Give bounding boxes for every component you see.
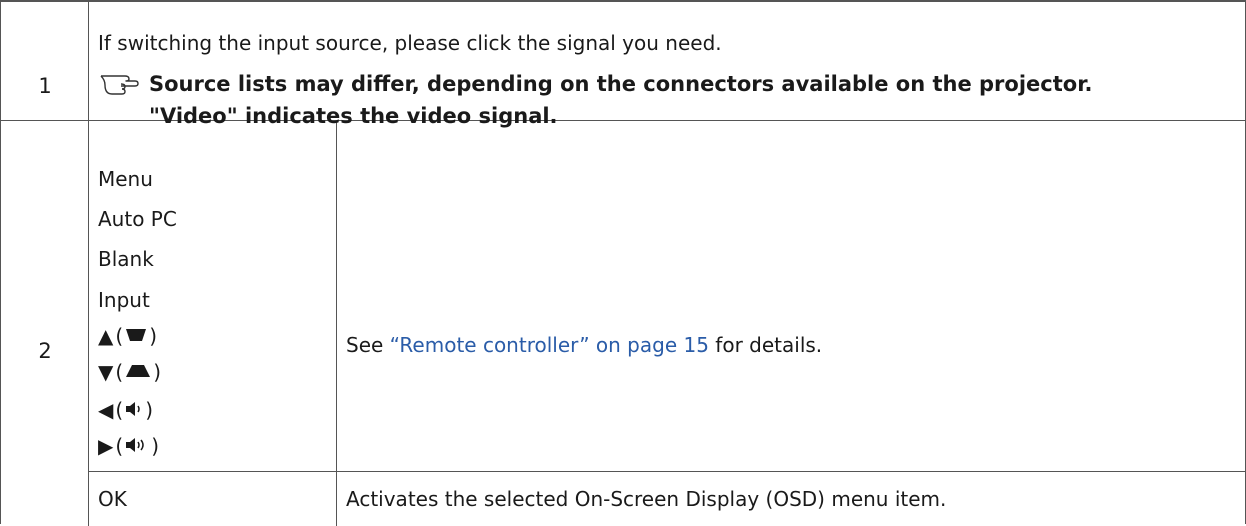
row-divider xyxy=(89,471,1246,472)
control-left-volume: ◀ ( ) xyxy=(98,398,154,422)
up-arrow-icon: ▲ xyxy=(98,324,114,348)
column-divider xyxy=(336,122,337,526)
control-ok: OK xyxy=(98,487,127,511)
control-right-volume: ▶ ( ) xyxy=(98,434,160,458)
note-text: "Video" indicates the video signal. xyxy=(149,104,558,128)
volume-down-icon xyxy=(125,400,143,420)
row-number: 1 xyxy=(38,74,52,98)
control-menu: Menu xyxy=(98,167,153,191)
remote-controller-link[interactable]: “Remote controller” on page 15 xyxy=(390,333,709,357)
control-up-keystone: ▲ ( ) xyxy=(98,324,158,348)
keystone-down-icon xyxy=(125,326,147,346)
control-blank: Blank xyxy=(98,247,154,271)
row-number: 2 xyxy=(38,339,52,363)
row-text: If switching the input source, please cl… xyxy=(98,31,722,55)
control-auto-pc: Auto PC xyxy=(98,207,177,231)
keystone-up-icon xyxy=(125,362,151,382)
right-arrow-icon: ▶ xyxy=(98,434,114,458)
control-down-keystone: ▼ ( ) xyxy=(98,360,162,384)
note-text: Source lists may differ, depending on th… xyxy=(149,72,1093,96)
control-input: Input xyxy=(98,288,150,312)
remote-reference: See “Remote controller” on page 15 for d… xyxy=(346,333,823,357)
hand-pointing-icon xyxy=(99,72,139,102)
left-arrow-icon: ◀ xyxy=(98,398,114,422)
ok-description: Activates the selected On-Screen Display… xyxy=(346,487,947,511)
instruction-table: 1 If switching the input source, please … xyxy=(0,0,1246,526)
down-arrow-icon: ▼ xyxy=(98,360,114,384)
volume-up-icon xyxy=(125,436,149,456)
